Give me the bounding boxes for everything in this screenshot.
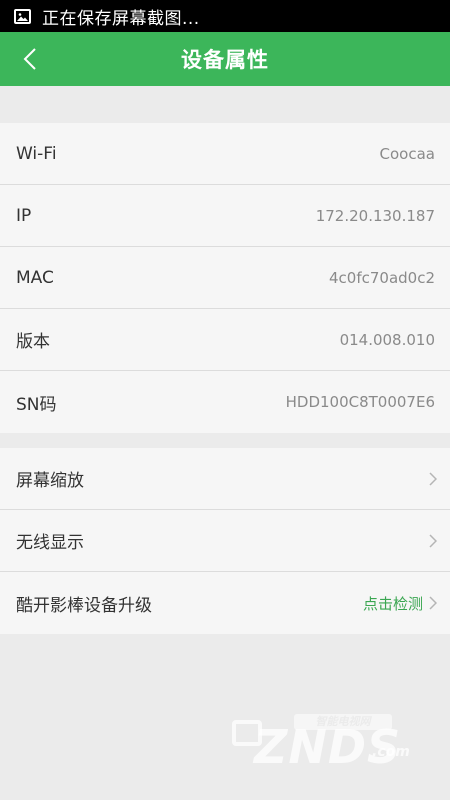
info-row-mac: MAC 4c0fc70ad0c2: [0, 247, 450, 309]
wireless-display-item[interactable]: 无线显示: [0, 510, 450, 572]
row-label: 无线显示: [16, 533, 84, 553]
watermark-logo: 智能电视网 ZNDS .com: [232, 700, 432, 780]
row-label: MAC: [16, 267, 54, 288]
row-right: 点击检测: [363, 593, 437, 614]
info-row-ip: IP 172.20.130.187: [0, 185, 450, 247]
device-info-list: Wi-Fi Coocaa IP 172.20.130.187 MAC 4c0fc…: [0, 123, 450, 433]
row-label: 版本: [16, 332, 50, 352]
image-icon: [14, 8, 31, 24]
screen-zoom-item[interactable]: 屏幕缩放: [0, 448, 450, 510]
row-value: 4c0fc70ad0c2: [329, 268, 435, 287]
settings-list: 屏幕缩放 无线显示 酷开影棒设备升级 点击检测: [0, 448, 450, 634]
status-bar: 正在保存屏幕截图...: [0, 0, 450, 32]
chevron-right-icon: [429, 533, 437, 548]
row-value: 172.20.130.187: [315, 206, 435, 225]
row-label: Wi-Fi: [16, 143, 57, 164]
row-value: HDD100C8T0007E6: [285, 393, 435, 411]
info-row-wifi: Wi-Fi Coocaa: [0, 123, 450, 185]
row-label: SN码: [16, 394, 57, 415]
info-row-sn: SN码 HDD100C8T0007E6: [0, 371, 450, 433]
page-title: 设备属性: [181, 48, 269, 72]
back-button[interactable]: [10, 39, 50, 79]
info-row-version: 版本 014.008.010: [0, 309, 450, 371]
row-label: 屏幕缩放: [16, 471, 84, 491]
row-value: 014.008.010: [339, 330, 435, 349]
app-bar: 设备属性: [0, 32, 450, 86]
chevron-left-icon: [23, 48, 36, 70]
row-label: 酷开影棒设备升级: [16, 595, 152, 616]
watermark-suffix: .com: [372, 744, 410, 760]
chevron-right-icon: [429, 596, 437, 610]
device-upgrade-item[interactable]: 酷开影棒设备升级 点击检测: [0, 572, 450, 634]
row-label: IP: [16, 205, 32, 226]
notification-text: 正在保存屏幕截图...: [42, 8, 200, 29]
chevron-right-icon: [429, 471, 437, 486]
check-update-link[interactable]: 点击检测: [363, 593, 423, 614]
row-value: Coocaa: [379, 144, 435, 163]
